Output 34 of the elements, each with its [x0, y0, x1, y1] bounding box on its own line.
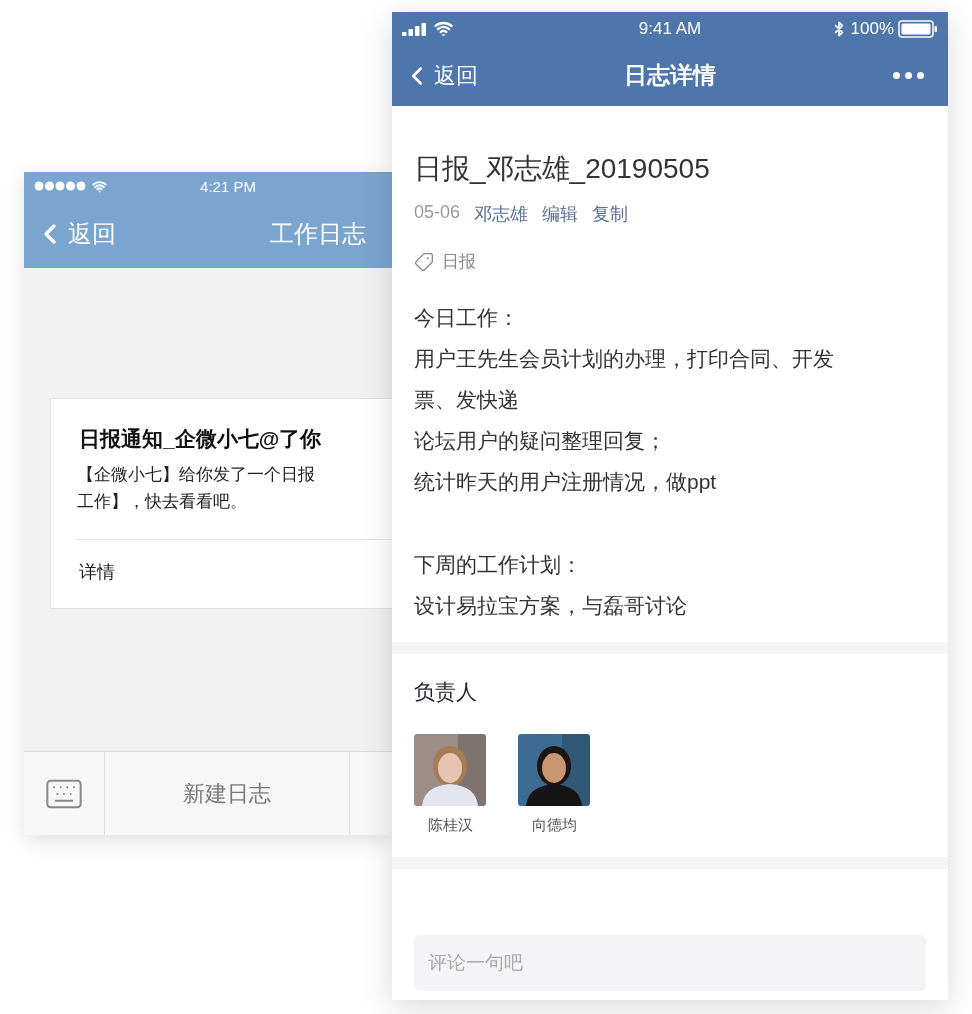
battery-icon: [898, 19, 938, 38]
action-link[interactable]: 复制: [592, 202, 629, 226]
report-date: 05-06: [414, 202, 461, 224]
report-text: 票、发快递: [414, 387, 520, 413]
report-text: 下周的工作计划：: [414, 552, 583, 578]
screen-title: 工作日志: [270, 219, 366, 249]
author-link[interactable]: 邓志雄: [474, 202, 529, 226]
card-text: 【企微小七】给你发了一个日报: [76, 464, 316, 486]
wifi-icon: [92, 178, 107, 194]
status-time: 4:21 PM: [200, 177, 256, 195]
report-text: 论坛用户的疑问整理回复；: [414, 428, 667, 454]
signal-icon: [402, 21, 428, 36]
report-text: 设计易拉宝方案，与磊哥讨论: [414, 593, 688, 619]
screen-title: 日志详情: [624, 61, 716, 90]
card-text: 工作】，快去看看吧。: [76, 491, 248, 513]
report-text: 统计昨天的用户注册情况，做ppt: [414, 469, 718, 495]
status-time: 9:41 AM: [638, 18, 702, 39]
report-text: 用户王先生会员计划的办理，打印合同、开发: [414, 346, 835, 372]
signal-dots-icon: [34, 181, 86, 191]
tag-label: 日报: [442, 251, 476, 273]
tag-icon: [414, 251, 434, 272]
card-title: 日报通知_企微小七@了你: [78, 426, 323, 452]
comment-field[interactable]: 评论一句吧: [414, 935, 926, 991]
battery-percent: 100%: [850, 18, 894, 39]
person-name: 向德均: [531, 816, 577, 835]
report-text: 今日工作：: [414, 305, 520, 331]
section-heading: 负责人: [414, 679, 478, 705]
back-button[interactable]: 返回: [402, 60, 478, 91]
new-log-button[interactable]: 新建日志: [105, 752, 350, 835]
action-link[interactable]: 编辑: [542, 202, 579, 226]
person-name: 陈桂汉: [427, 816, 473, 835]
details-link[interactable]: 详情: [51, 540, 392, 608]
report-title: 日报_邓志雄_20190505: [414, 152, 711, 186]
wifi-icon: [434, 19, 453, 38]
